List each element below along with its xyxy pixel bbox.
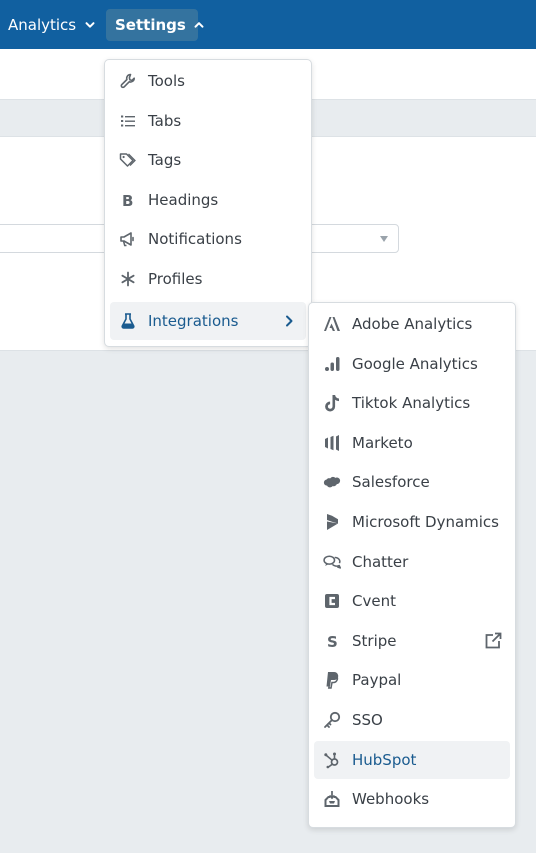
menu-item-label: HubSpot	[352, 751, 417, 769]
menu-item-label: Paypal	[352, 671, 402, 689]
bold-icon: B	[119, 191, 137, 209]
menu-item-tools[interactable]: Tools	[110, 62, 306, 100]
tags-icon	[119, 151, 137, 169]
microsoft-dynamics-icon	[323, 513, 341, 531]
webhooks-icon	[323, 790, 341, 808]
menu-item-notifications[interactable]: Notifications	[110, 220, 306, 258]
key-icon	[323, 711, 341, 729]
svg-text:B: B	[122, 192, 133, 208]
flask-icon	[119, 312, 137, 330]
analytics-label: Analytics	[8, 16, 77, 34]
menu-item-google-analytics[interactable]: Google Analytics	[314, 345, 510, 383]
settings-label: Settings	[115, 16, 186, 34]
paypal-icon	[323, 671, 341, 689]
menu-item-sso[interactable]: SSO	[314, 701, 510, 739]
menu-item-label: Microsoft Dynamics	[352, 513, 499, 531]
top-navigation-bar: Analytics Settings	[0, 0, 536, 49]
menu-item-label: Salesforce	[352, 473, 430, 491]
menu-item-stripe[interactable]: S Stripe	[314, 622, 510, 660]
settings-menu-button[interactable]: Settings	[106, 9, 204, 41]
menu-item-integrations[interactable]: Integrations	[110, 302, 306, 340]
svg-text:S: S	[327, 633, 338, 649]
menu-item-label: SSO	[352, 711, 383, 729]
cvent-icon	[323, 592, 341, 610]
chevron-up-icon	[194, 20, 204, 30]
asterisk-icon	[119, 270, 137, 288]
menu-item-adobe-analytics[interactable]: Adobe Analytics	[314, 305, 510, 343]
menu-item-cvent[interactable]: Cvent	[314, 582, 510, 620]
menu-item-headings[interactable]: B Headings	[110, 181, 306, 219]
menu-item-microsoft-dynamics[interactable]: Microsoft Dynamics	[314, 503, 510, 541]
menu-item-label: Tiktok Analytics	[352, 394, 471, 412]
menu-item-label: Marketo	[352, 434, 413, 452]
menu-item-label: Integrations	[148, 312, 239, 330]
hubspot-icon	[323, 751, 341, 769]
stripe-icon: S	[323, 632, 341, 650]
menu-item-tabs[interactable]: Tabs	[110, 102, 306, 140]
menu-item-label: Notifications	[148, 230, 242, 248]
menu-item-label: Tabs	[148, 112, 182, 130]
analytics-menu-button[interactable]: Analytics	[0, 9, 95, 41]
menu-item-tags[interactable]: Tags	[110, 141, 306, 179]
menu-item-salesforce[interactable]: Salesforce	[314, 463, 510, 501]
menu-item-label: Headings	[148, 191, 219, 209]
menu-item-label: Webhooks	[352, 790, 430, 808]
chevron-down-icon	[85, 20, 95, 30]
settings-dropdown-menu: Tools Tabs Tags B Headings Notifications…	[104, 59, 312, 347]
menu-item-marketo[interactable]: Marketo	[314, 424, 510, 462]
menu-item-label: Tools	[148, 72, 185, 90]
menu-item-label: Cvent	[352, 592, 396, 610]
salesforce-icon	[323, 473, 341, 491]
tiktok-icon	[323, 394, 341, 412]
dropdown-arrow-icon	[380, 236, 388, 242]
menu-item-webhooks[interactable]: Webhooks	[314, 780, 510, 818]
integrations-submenu: Adobe Analytics Google Analytics Tiktok …	[308, 302, 516, 828]
menu-item-label: Profiles	[148, 270, 203, 288]
google-analytics-icon	[323, 355, 341, 373]
chevron-right-icon	[284, 315, 294, 327]
menu-item-label: Google Analytics	[352, 355, 478, 373]
menu-item-label: Adobe Analytics	[352, 315, 473, 333]
menu-item-label: Stripe	[352, 632, 397, 650]
adobe-icon	[323, 315, 341, 333]
menu-item-hubspot[interactable]: HubSpot	[314, 741, 510, 779]
list-icon	[119, 112, 137, 130]
menu-item-label: Chatter	[352, 553, 409, 571]
chatter-icon	[323, 553, 341, 571]
wrench-icon	[119, 72, 137, 90]
megaphone-icon	[119, 230, 137, 248]
menu-item-paypal[interactable]: Paypal	[314, 661, 510, 699]
menu-item-chatter[interactable]: Chatter	[314, 543, 510, 581]
external-link-icon[interactable]	[484, 632, 502, 650]
menu-item-profiles[interactable]: Profiles	[110, 260, 306, 298]
marketo-icon	[323, 434, 341, 452]
menu-item-label: Tags	[148, 151, 182, 169]
menu-item-tiktok-analytics[interactable]: Tiktok Analytics	[314, 384, 510, 422]
